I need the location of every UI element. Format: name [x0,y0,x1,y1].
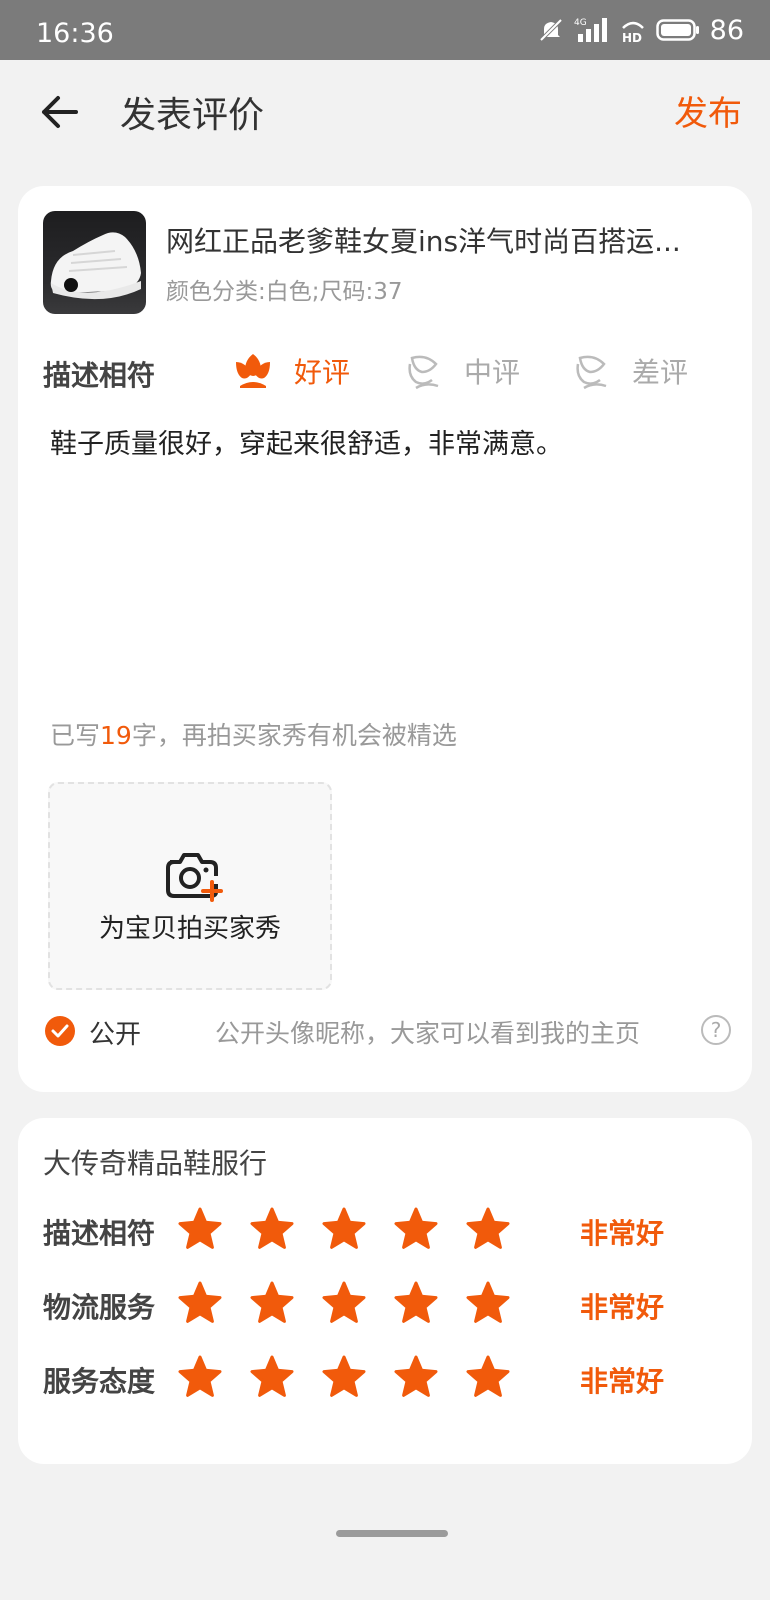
product-spec: 颜色分类:白色;尺码:37 [166,279,403,305]
rating-neutral-label: 中评 [464,356,521,389]
star-icon[interactable] [465,1206,511,1252]
help-icon[interactable]: ? [701,1015,731,1045]
rating-bad-label: 差评 [632,356,689,389]
flower-wilted-icon [576,355,607,390]
rating-label: 描述相符 [43,359,156,392]
shop-rating-row: 物流服务 非常好 [43,1276,723,1332]
shop-rating-label: 物流服务 [43,1291,156,1324]
word-count-prefix: 已写 [50,721,101,750]
shop-rating-label: 服务态度 [43,1365,156,1398]
star-rating [177,1354,511,1400]
word-count-suffix: 字，再拍买家秀有机会被精选 [131,721,457,750]
mute-icon [539,18,563,42]
shop-rating-verdict: 非常好 [580,1217,665,1250]
star-icon[interactable] [249,1280,295,1326]
star-icon[interactable] [177,1280,223,1326]
public-checkbox[interactable] [45,1016,75,1046]
shop-rating-row: 描述相符 非常好 [43,1202,723,1258]
product-title: 网红正品老爹鞋女夏ins洋气时尚百搭运... [166,225,681,258]
home-indicator[interactable] [336,1530,448,1537]
product-thumbnail [43,211,146,314]
status-bar: 16:36 4G HD 86 [0,0,770,60]
rating-good-label: 好评 [294,356,351,389]
flower-outline-icon [408,355,439,390]
word-count-number: 19 [100,721,132,750]
review-card: 网红正品老爹鞋女夏ins洋气时尚百搭运... 颜色分类:白色;尺码:37 描述相… [18,186,752,1092]
rating-bad-option[interactable]: 差评 [570,346,688,396]
star-icon[interactable] [393,1206,439,1252]
star-rating [177,1206,511,1252]
star-rating [177,1280,511,1326]
upload-label: 为宝贝拍买家秀 [98,914,281,944]
publish-button[interactable]: 发布 [674,86,742,135]
shop-rating-row: 服务态度 非常好 [43,1350,723,1406]
shop-rating-verdict: 非常好 [580,1365,665,1398]
public-label: 公开 [89,1020,142,1050]
hd-label: HD [622,31,642,44]
star-icon[interactable] [177,1354,223,1400]
checkmark-icon [51,1024,69,1038]
star-icon[interactable] [393,1280,439,1326]
photo-upload-button[interactable]: 为宝贝拍买家秀 [48,782,332,990]
status-icons: 4G HD 86 [538,14,744,46]
signal-icon: 4G [574,18,607,42]
status-time: 16:36 [36,18,114,49]
battery-icon [655,19,699,41]
star-icon[interactable] [465,1280,511,1326]
shop-rating-verdict: 非常好 [580,1291,665,1324]
shop-rating-card: 大传奇精品鞋服行 描述相符 非常好 物流服务 非常好 服务态度 非常好 [18,1118,752,1464]
rating-neutral-option[interactable]: 中评 [402,346,520,396]
star-icon[interactable] [393,1354,439,1400]
star-icon[interactable] [465,1354,511,1400]
word-count-hint: 已写19字，再拍买家秀有机会被精选 [50,716,457,752]
star-icon[interactable] [321,1280,367,1326]
rating-good-option[interactable]: 好评 [232,346,350,396]
flower-filled-icon [236,354,270,388]
public-description: 公开头像昵称，大家可以看到我的主页 [215,1019,641,1048]
star-icon[interactable] [249,1354,295,1400]
nav-header: 发表评价 发布 [0,60,770,164]
network-label: 4G [574,18,587,28]
shop-name: 大传奇精品鞋服行 [43,1147,268,1180]
star-icon[interactable] [177,1206,223,1252]
shop-rating-label: 描述相符 [43,1217,156,1250]
public-toggle-row: 公开 公开头像昵称，大家可以看到我的主页 ? [43,1006,733,1056]
star-icon[interactable] [249,1206,295,1252]
star-icon[interactable] [321,1354,367,1400]
camera-add-icon [166,853,223,902]
page-title: 发表评价 [120,95,265,136]
back-arrow-icon[interactable] [38,90,82,134]
hd-icon: HD [622,21,644,44]
review-textarea[interactable]: 鞋子质量很好，穿起来很舒适，非常满意。 [50,422,563,461]
shoe-image [50,232,141,300]
battery-level: 86 [709,14,744,46]
star-icon[interactable] [321,1206,367,1252]
